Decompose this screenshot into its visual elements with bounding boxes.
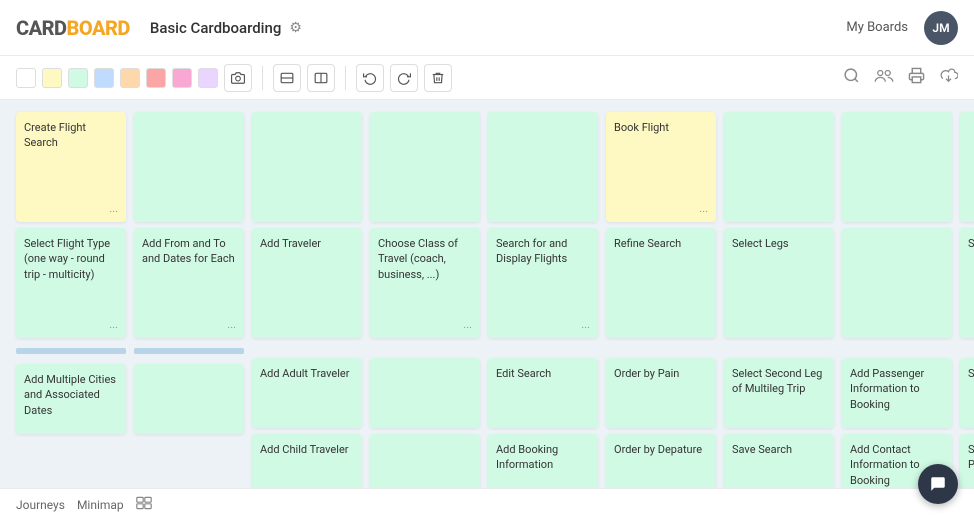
board-title: Basic Cardboarding: [150, 19, 281, 37]
delete-btn[interactable]: [424, 64, 452, 92]
toolbar: [0, 56, 974, 100]
color-orange[interactable]: [120, 68, 140, 88]
row-divider-col2: [134, 348, 244, 354]
bottom-panel: Journeys Minimap: [0, 488, 974, 520]
row-divider-col1: [16, 348, 126, 354]
avatar[interactable]: JM: [924, 11, 958, 45]
sep1: [262, 66, 263, 90]
column-9: Set Flight Prefe... Select Seats Select …: [960, 112, 974, 488]
color-purple[interactable]: [198, 68, 218, 88]
column-2: Add From and To and Dates for Each: [134, 112, 244, 488]
sep2: [345, 66, 346, 90]
logo-card-text: CARD: [16, 16, 67, 40]
color-yellow[interactable]: [42, 68, 62, 88]
card-empty-c15[interactable]: [488, 112, 598, 222]
gear-icon[interactable]: ⚙: [289, 20, 302, 36]
header: CARDBOARD Basic Cardboarding ⚙ My Boards…: [0, 0, 974, 56]
card-empty-c31[interactable]: [842, 228, 952, 338]
card-empty-c35[interactable]: [960, 112, 974, 222]
column-6: Book Flight Refine Search Order by Pain …: [606, 112, 716, 488]
card-add-passenger-info[interactable]: Add Passenger Information to Booking: [842, 358, 952, 428]
my-boards-link[interactable]: My Boards: [846, 20, 908, 35]
tab-minimap[interactable]: Minimap: [77, 494, 124, 516]
card-empty-c30[interactable]: [842, 112, 952, 222]
color-green[interactable]: [68, 68, 88, 88]
card-save-search[interactable]: Save Search: [724, 434, 834, 488]
card-search-display-flights[interactable]: Search for and Display Flights: [488, 228, 598, 338]
card-order-by-pain[interactable]: Order by Pain: [606, 358, 716, 428]
color-white[interactable]: [16, 68, 36, 88]
logo-board-text: BOARD: [67, 16, 130, 40]
board-area: Create Flight Search Select Flight Type …: [0, 100, 974, 488]
card-empty-c14[interactable]: [370, 434, 480, 488]
color-blue[interactable]: [94, 68, 114, 88]
card-set-flight-pref[interactable]: Set Flight Prefe...: [960, 228, 974, 338]
camera-btn[interactable]: [224, 64, 252, 92]
card-refine-search[interactable]: Refine Search: [606, 228, 716, 338]
layout-vertical-btn[interactable]: [307, 64, 335, 92]
card-choose-class[interactable]: Choose Class of Travel (coach, business,…: [370, 228, 480, 338]
layout-horizontal-btn[interactable]: [273, 64, 301, 92]
column-5: Search for and Display Flights Edit Sear…: [488, 112, 598, 488]
column-8: Add Passenger Information to Booking Add…: [842, 112, 952, 488]
card-empty-c25[interactable]: [724, 112, 834, 222]
card-add-from-to[interactable]: Add From and To and Dates for Each: [134, 228, 244, 338]
minimap-icon[interactable]: [136, 496, 152, 514]
card-book-flight[interactable]: Book Flight: [606, 112, 716, 222]
card-create-flight-search[interactable]: Create Flight Search: [16, 112, 126, 222]
logo[interactable]: CARDBOARD: [16, 16, 130, 40]
column-7: Select Legs Select Second Leg of Multile…: [724, 112, 834, 488]
redo-btn[interactable]: [390, 64, 418, 92]
color-pink[interactable]: [172, 68, 192, 88]
card-select-second-leg[interactable]: Select Second Leg of Multileg Trip: [724, 358, 834, 428]
card-empty-c6[interactable]: [134, 364, 244, 434]
header-right: My Boards JM: [846, 11, 958, 45]
card-select-meal[interactable]: Select Meal Prefe...: [960, 434, 974, 488]
chat-button[interactable]: [918, 464, 958, 504]
card-empty-c13[interactable]: [370, 358, 480, 428]
color-red[interactable]: [146, 68, 166, 88]
card-add-adult-traveler[interactable]: Add Adult Traveler: [252, 358, 362, 428]
column-4: Choose Class of Travel (coach, business,…: [370, 112, 480, 488]
card-add-multiple-cities[interactable]: Add Multiple Cities and Associated Dates: [16, 364, 126, 434]
column-1: Create Flight Search Select Flight Type …: [16, 112, 126, 488]
card-order-by-departure[interactable]: Order by Depature: [606, 434, 716, 488]
board-scroll: Create Flight Search Select Flight Type …: [16, 112, 974, 488]
print-icon[interactable]: [908, 67, 925, 88]
tab-journeys[interactable]: Journeys: [16, 494, 65, 516]
card-empty-c11[interactable]: [370, 112, 480, 222]
card-select-legs[interactable]: Select Legs: [724, 228, 834, 338]
card-add-booking-info[interactable]: Add Booking Information: [488, 434, 598, 488]
card-add-traveler[interactable]: Add Traveler: [252, 228, 362, 338]
card-select-seats[interactable]: Select Seats: [960, 358, 974, 428]
card-edit-search[interactable]: Edit Search: [488, 358, 598, 428]
toolbar-right: [843, 67, 958, 88]
cloud-icon[interactable]: [939, 68, 958, 87]
undo-btn[interactable]: [356, 64, 384, 92]
team-icon[interactable]: [874, 67, 894, 88]
search-icon[interactable]: [843, 67, 860, 88]
card-empty-c4[interactable]: [134, 112, 244, 222]
card-empty-c7[interactable]: [252, 112, 362, 222]
column-3: Add Traveler Add Adult Traveler Add Chil…: [252, 112, 362, 488]
card-select-flight-type[interactable]: Select Flight Type (one way - round trip…: [16, 228, 126, 338]
card-add-child-traveler[interactable]: Add Child Traveler: [252, 434, 362, 488]
